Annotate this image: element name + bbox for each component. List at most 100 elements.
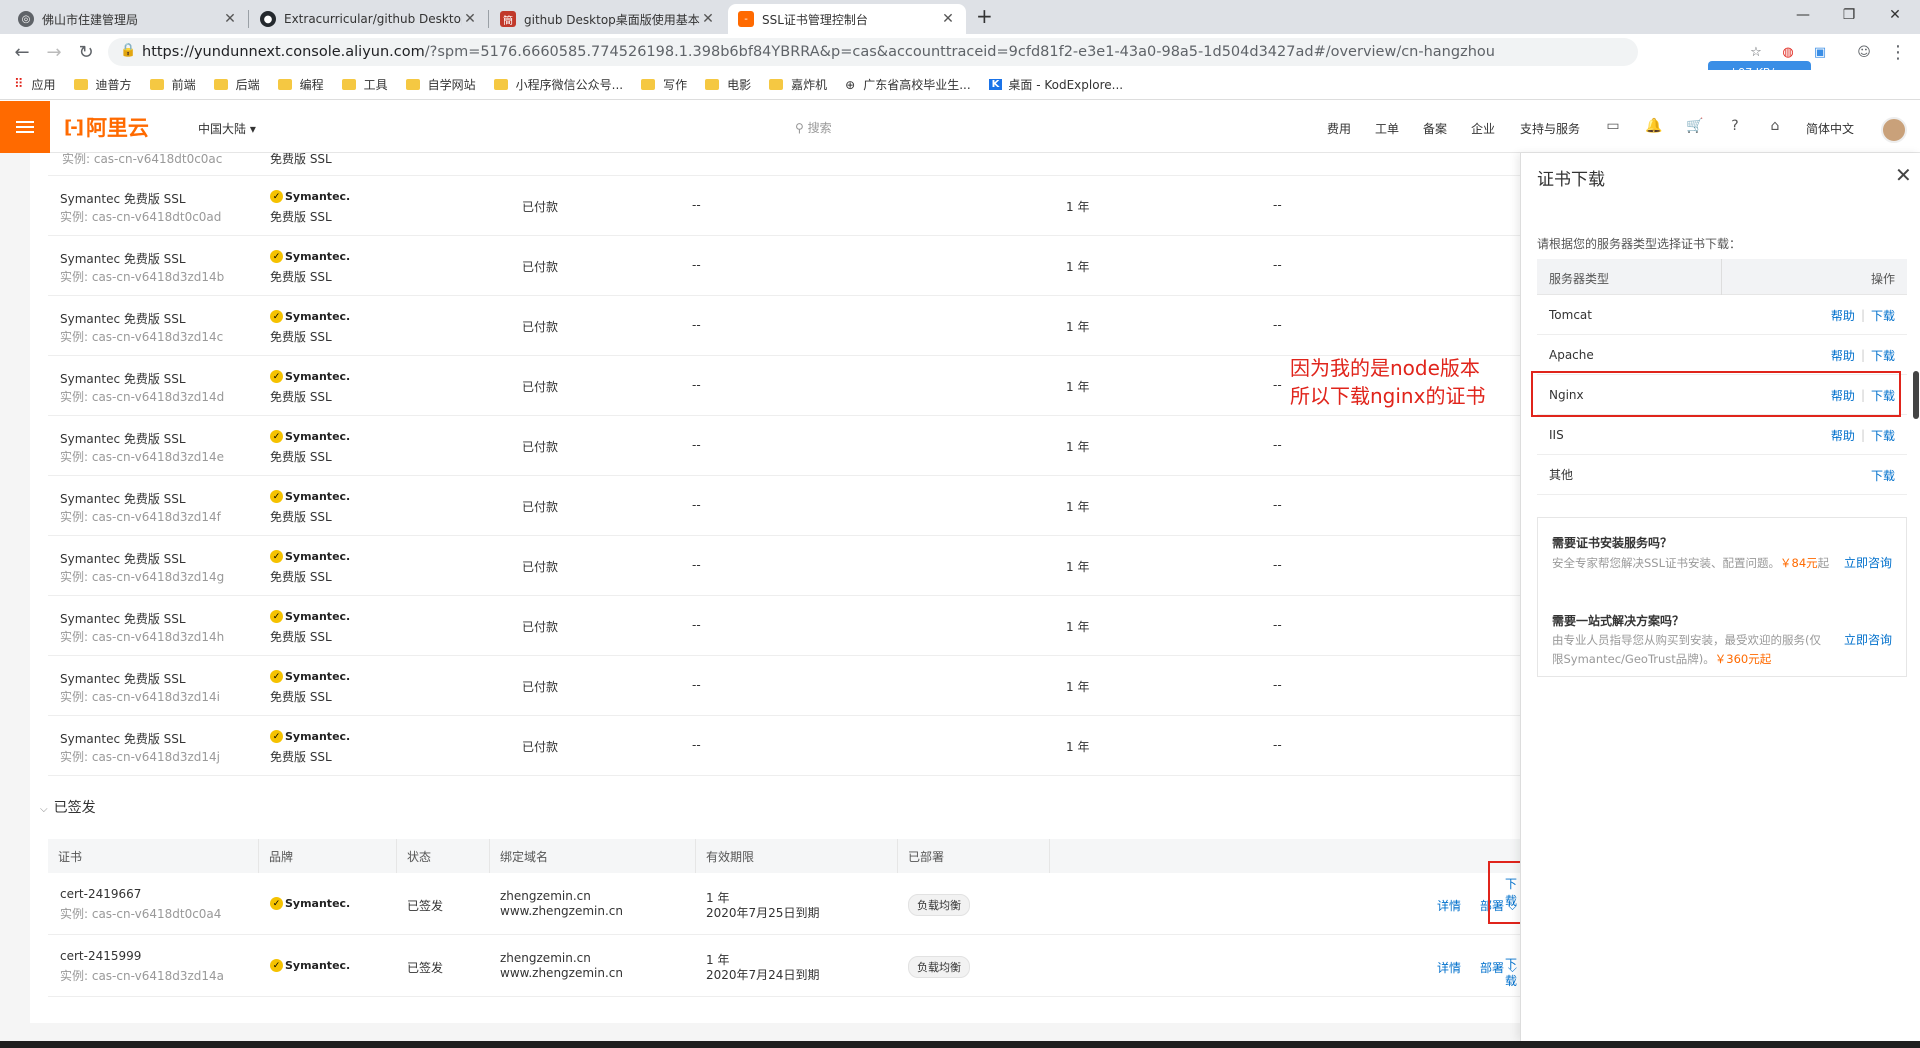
forward-icon[interactable]: → [42,40,66,64]
table-row: Symantec 免费版 SSL 实例: cas-cn-v6418d3zd14h ✓… [48,596,1520,656]
check-icon: ✓ [270,430,283,443]
domain: www.zhengzemin.cn [500,904,623,918]
status: 已付款 [522,680,559,694]
globe-icon: ⊕ [845,77,856,92]
consult-button[interactable]: 立即咨询 [1844,554,1892,571]
aliyun-icon: - [738,11,754,27]
help-link[interactable]: 帮助 [1831,307,1855,324]
bell-icon[interactable]: 🔔 [1645,117,1663,135]
nav-fees[interactable]: 费用 [1327,120,1351,137]
status: 已签发 [407,899,444,913]
status: 已付款 [522,620,559,634]
kodexplorer-icon: K [988,79,1003,90]
highlight-nginx-box [1531,371,1901,417]
back-icon[interactable]: ← [10,40,34,64]
home-icon[interactable]: ⌂ [1766,117,1784,135]
cert-name: Symantec 免费版 SSL [60,492,186,506]
star-icon[interactable]: ☆ [1744,40,1768,64]
brand-logo: ✓ Symantec. [270,550,350,563]
server-row-其他: 其他 下载 [1537,455,1907,495]
region-selector[interactable]: 中国大陆 ▾ [198,120,256,137]
os-taskbar [0,1041,1920,1048]
close-tab-icon[interactable]: ✕ [222,11,238,27]
close-window-icon[interactable]: ✕ [1872,0,1918,30]
table-row: Symantec 免费版 SSL 实例: cas-cn-v6418d3zd14f ✓… [48,476,1520,536]
aliyun-logo[interactable]: [-] 阿里云 [64,114,149,140]
reload-icon[interactable]: ↻ [74,40,98,64]
detail-link[interactable]: 详情 [1437,897,1461,914]
menu-dots-icon[interactable]: ⋮ [1886,40,1910,64]
nav-icp[interactable]: 备案 [1423,120,1447,137]
bookmark-folder[interactable]: 电影 [705,76,751,93]
download-link[interactable]: 下载 [1505,955,1520,989]
folder-icon [149,79,164,90]
browser-tab[interactable]: ● Extracurricular/github Desktop ✕ [250,4,488,34]
bookmark-folder[interactable]: 小程序微信公众号... [493,76,623,93]
consult-button[interactable]: 立即咨询 [1844,631,1892,648]
bookmark-folder[interactable]: 自学网站 [405,76,476,93]
detail-link[interactable]: 详情 [1437,959,1461,976]
help-link[interactable]: 帮助 [1831,347,1855,364]
status: 已付款 [522,200,559,214]
cert-name: Symantec 免费版 SSL [60,552,186,566]
panel-title: 证书下载 [1537,170,1605,190]
bookmark-folder[interactable]: 后端 [213,76,260,93]
download-link[interactable]: 下载 [1871,307,1895,324]
download-link[interactable]: 下载 [1871,347,1895,364]
bookmark-folder[interactable]: 前端 [149,76,196,93]
deploy: -- [1273,198,1282,212]
maximize-icon[interactable]: ❐ [1826,0,1872,30]
extension-icon[interactable]: ▣ [1808,40,1832,64]
browser-tab-active[interactable]: - SSL证书管理控制台 ✕ [728,4,966,34]
search-input[interactable]: ⚲ 搜索 [795,119,832,136]
profile-icon[interactable]: ☺ [1852,40,1876,64]
terminal-icon[interactable]: ▭ [1604,117,1622,135]
service-box: 需要证书安装服务吗？ 安全专家帮您解决SSL证书安装、配置问题。￥84元起 立即… [1537,517,1907,677]
minimize-icon[interactable]: — [1780,0,1826,30]
domain: -- [692,378,701,392]
check-icon: ✓ [270,959,283,972]
close-tab-icon[interactable]: ✕ [700,11,716,27]
cart-icon[interactable]: 🛒 [1686,117,1704,135]
download-link[interactable]: 下载 [1871,467,1895,484]
domain: -- [692,438,701,452]
bookmark-link[interactable]: ⊕ 广东省高校毕业生... [845,76,971,93]
bookmark-folder[interactable]: 写作 [641,76,687,93]
bookmark-apps[interactable]: ⠿ 应用 [14,76,56,93]
help-icon[interactable]: ? [1726,117,1744,135]
close-icon[interactable]: ✕ [1895,163,1912,187]
avatar[interactable] [1881,117,1907,143]
cert-name: Symantec 免费版 SSL [60,192,186,206]
close-tab-icon[interactable]: ✕ [940,11,956,27]
bookmark-folder[interactable]: 工具 [341,76,388,93]
domain: www.zhengzemin.cn [500,966,623,980]
download-link[interactable]: 下载 [1505,875,1520,909]
hamburger-menu-icon[interactable] [0,101,50,153]
bookmark-folder[interactable]: 迪普方 [73,76,132,93]
nav-tickets[interactable]: 工单 [1375,120,1399,137]
cert-name: Symantec 免费版 SSL [60,612,186,626]
nav-enterprise[interactable]: 企业 [1471,120,1495,137]
language-selector[interactable]: 简体中文 [1806,120,1854,137]
nav-support[interactable]: 支持与服务 [1520,120,1580,137]
download-link[interactable]: 下载 [1871,427,1895,444]
folder-icon [705,79,720,90]
address-bar[interactable]: 🔒 https://yundunnext.console.aliyun.com /… [108,38,1638,66]
server-type: Tomcat [1549,307,1592,322]
new-tab-button[interactable]: + [976,4,993,28]
bookmark-link[interactable]: K 桌面 - KodExplore... [988,76,1123,93]
bookmark-folder[interactable]: 嘉炸机 [769,76,827,93]
check-icon: ✓ [270,610,283,623]
deployed-tag: 负载均衡 [908,956,970,978]
browser-tab[interactable]: ◎ 佛山市住建管理局 ✕ [8,4,248,34]
help-link[interactable]: 帮助 [1831,427,1855,444]
scroll-handle[interactable] [1913,371,1919,419]
browser-tab[interactable]: 簡 github Desktop桌面版使用基本 ✕ [490,4,726,34]
issued-section-toggle[interactable]: ⌵ 已签发 [40,797,96,817]
certificate-list-card: 实例: cas-cn-v6418dt0c0ac 免费版 SSL Symantec… [30,153,1520,1023]
extension-icon[interactable]: ◍ [1776,40,1800,64]
bookmark-folder[interactable]: 编程 [277,76,324,93]
close-tab-icon[interactable]: ✕ [462,11,478,27]
deployed-tag: 负载均衡 [908,894,970,916]
table-row: cert-2415999 实例: cas-cn-v6418d3zd14a ✓ Syma… [48,935,1520,997]
